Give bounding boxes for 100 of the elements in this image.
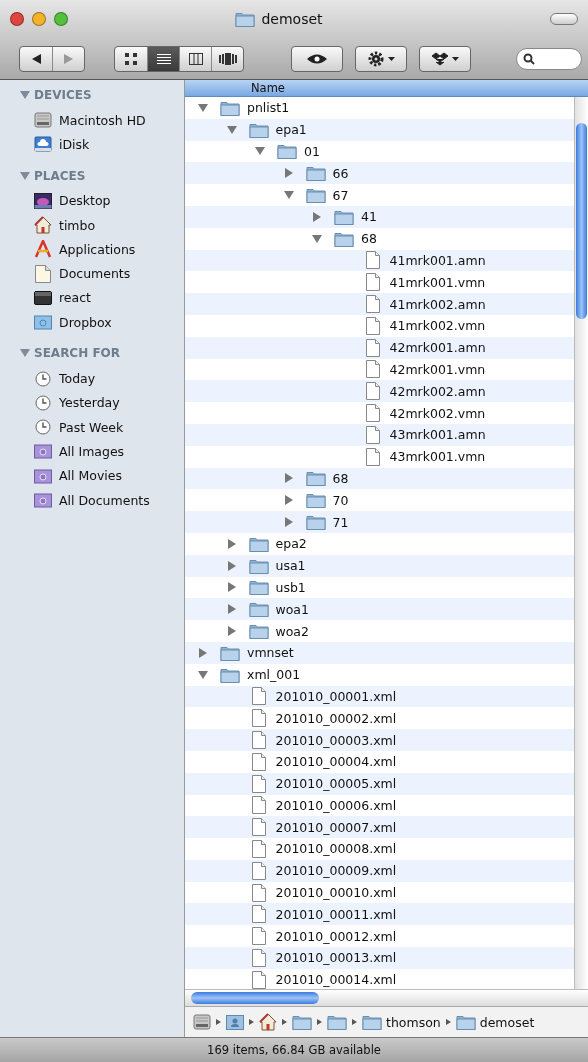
file-row[interactable]: 201010_00003.xml <box>185 729 574 751</box>
sidebar-item[interactable]: Macintosh HD <box>0 108 184 133</box>
disclosure-triangle-icon[interactable] <box>312 211 322 222</box>
disclosure-triangle-icon[interactable] <box>226 124 237 135</box>
file-row[interactable]: pnlist1 <box>185 97 574 119</box>
file-row[interactable]: 42mrk002.amn <box>185 380 574 403</box>
file-row[interactable]: 41mrk001.vmn <box>185 271 574 294</box>
disclosure-triangle-icon[interactable] <box>283 190 294 201</box>
file-row[interactable]: 201010_00013.xml <box>185 947 574 969</box>
separator-arrow-icon <box>216 1019 221 1025</box>
file-row[interactable]: usb1 <box>185 576 574 599</box>
file-row[interactable]: epa1 <box>185 118 574 141</box>
file-row[interactable]: 66 <box>185 162 574 185</box>
file-row[interactable]: 201010_00001.xml <box>185 685 574 708</box>
disclosure-triangle-icon[interactable] <box>312 233 322 244</box>
disclosure-triangle-icon[interactable] <box>20 348 30 359</box>
disclosure-triangle-icon[interactable] <box>226 604 237 615</box>
sidebar-item[interactable]: All Documents <box>0 487 184 513</box>
path-item[interactable]: demoset <box>455 1014 535 1030</box>
sidebar-item[interactable]: iDisk <box>0 132 184 157</box>
disclosure-triangle-icon[interactable] <box>255 146 265 157</box>
file-row[interactable]: 201010_00011.xml <box>185 903 574 926</box>
file-row[interactable]: 43mrk001.vmn <box>185 445 574 468</box>
disclosure-triangle-icon[interactable] <box>198 102 208 113</box>
file-row[interactable]: 201010_00007.xml <box>185 816 574 839</box>
disclosure-triangle-icon[interactable] <box>20 170 30 181</box>
right-arrow-icon <box>64 53 73 64</box>
view-mode-control[interactable] <box>114 45 244 72</box>
file-row[interactable]: 201010_00006.xml <box>185 794 574 817</box>
vertical-scrollbar[interactable] <box>574 97 588 989</box>
scroll-thumb[interactable] <box>191 992 319 1004</box>
file-row[interactable]: 201010_00005.xml <box>185 772 574 795</box>
sidebar-item[interactable]: Desktop <box>0 188 184 213</box>
view-mode-button[interactable] <box>147 46 179 71</box>
file-row[interactable]: epa2 <box>185 532 574 555</box>
search-field[interactable] <box>516 47 582 70</box>
file-row[interactable]: woa2 <box>185 620 574 642</box>
file-row[interactable]: 41mrk002.amn <box>185 293 574 315</box>
disclosure-triangle-icon[interactable] <box>226 560 237 571</box>
file-row[interactable]: 201010_00009.xml <box>185 859 574 882</box>
file-row[interactable]: 42mrk001.amn <box>185 336 574 359</box>
horizontal-scrollbar[interactable] <box>185 989 588 1006</box>
file-row[interactable]: 42mrk001.vmn <box>185 358 574 381</box>
disclosure-triangle-icon[interactable] <box>198 669 208 680</box>
zoom-button[interactable] <box>54 12 68 26</box>
file-row[interactable]: 201010_00014.xml <box>185 968 574 989</box>
path-item[interactable] <box>292 1014 312 1030</box>
scroll-thumb[interactable] <box>576 123 587 319</box>
sidebar-item[interactable]: Yesterday <box>0 390 184 415</box>
file-row[interactable]: xml_001 <box>185 663 574 686</box>
sidebar-item[interactable]: All Images <box>0 439 184 464</box>
disclosure-triangle-icon[interactable] <box>283 495 294 506</box>
quick-look-button[interactable] <box>291 45 343 72</box>
sidebar-item[interactable]: timbo <box>0 212 184 238</box>
disclosure-triangle-icon[interactable] <box>226 538 237 549</box>
file-row[interactable]: 01 <box>185 140 574 163</box>
disclosure-triangle-icon[interactable] <box>20 90 30 100</box>
folder-icon <box>248 601 269 618</box>
file-row[interactable]: 41mrk002.vmn <box>185 314 574 337</box>
file-row[interactable]: 68 <box>185 467 574 490</box>
disclosure-triangle-icon[interactable] <box>283 168 294 179</box>
sidebar-item[interactable]: Applications <box>0 237 184 262</box>
minimize-button[interactable] <box>32 12 46 26</box>
file-row[interactable]: 71 <box>185 511 574 533</box>
action-button[interactable] <box>355 45 407 72</box>
sidebar-item[interactable]: react <box>0 285 184 311</box>
file-row[interactable]: 43mrk001.amn <box>185 423 574 446</box>
dropbox-button[interactable] <box>419 45 471 72</box>
file-row[interactable]: 201010_00002.xml <box>185 707 574 730</box>
disclosure-triangle-icon[interactable] <box>198 647 208 658</box>
file-row[interactable]: 41 <box>185 206 574 228</box>
file-row[interactable]: 201010_00004.xml <box>185 750 574 773</box>
toolbar-toggle-button[interactable] <box>550 13 578 25</box>
file-row[interactable]: 41mrk001.amn <box>185 249 574 272</box>
file-row[interactable]: 42mrk002.vmn <box>185 402 574 424</box>
file-row[interactable]: 70 <box>185 489 574 512</box>
path-item[interactable] <box>193 1013 211 1031</box>
sidebar-item[interactable]: Today <box>0 366 184 391</box>
path-item[interactable] <box>226 1014 244 1030</box>
sidebar-item[interactable]: All Movies <box>0 463 184 488</box>
sidebar-item[interactable]: Dropbox <box>0 310 184 335</box>
sidebar-item[interactable]: Documents <box>0 261 184 286</box>
file-row[interactable]: 67 <box>185 184 574 206</box>
close-button[interactable] <box>10 12 24 26</box>
file-row[interactable]: vmnset <box>185 641 574 664</box>
sidebar-item[interactable]: Past Week <box>0 414 184 440</box>
file-row[interactable]: woa1 <box>185 598 574 621</box>
path-item[interactable] <box>327 1014 347 1030</box>
column-header[interactable]: Name <box>185 80 588 97</box>
file-row[interactable]: 201010_00010.xml <box>185 881 574 904</box>
disclosure-triangle-icon[interactable] <box>226 626 237 636</box>
file-row[interactable]: 201010_00012.xml <box>185 925 574 948</box>
file-row[interactable]: usa1 <box>185 554 574 577</box>
path-item[interactable]: thomson <box>362 1014 441 1030</box>
disclosure-triangle-icon[interactable] <box>283 517 294 528</box>
disclosure-triangle-icon[interactable] <box>283 473 294 484</box>
file-row[interactable]: 68 <box>185 227 574 250</box>
file-row[interactable]: 201010_00008.xml <box>185 838 574 860</box>
path-item[interactable] <box>259 1013 277 1031</box>
disclosure-triangle-icon[interactable] <box>226 582 237 593</box>
